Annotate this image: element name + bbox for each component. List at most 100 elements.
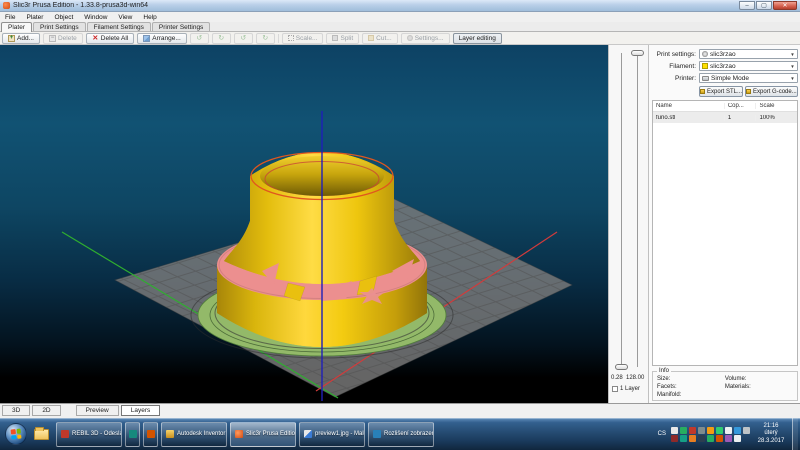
tab-printer-settings[interactable]: Printer Settings xyxy=(152,22,210,31)
taskbar-button-teal-app[interactable] xyxy=(125,422,140,447)
menu-plater[interactable]: Plater xyxy=(26,14,43,21)
orange-app-icon xyxy=(147,430,155,438)
print-settings-label: Print settings: xyxy=(652,51,699,58)
tray-icon-white[interactable] xyxy=(725,427,732,434)
3d-viewport[interactable] xyxy=(0,45,608,403)
table-row[interactable]: funo.stl 1 100% xyxy=(653,112,797,123)
start-button[interactable] xyxy=(5,423,27,445)
one-layer-checkbox[interactable] xyxy=(612,386,618,392)
split-icon xyxy=(332,35,338,41)
tray-icon-teal[interactable] xyxy=(680,435,687,442)
print-settings-select[interactable]: slic3rzao ▼ xyxy=(699,49,798,59)
view-tab-preview[interactable]: Preview xyxy=(76,405,119,416)
tray-icon-purple[interactable] xyxy=(725,435,732,442)
language-indicator[interactable]: CS xyxy=(658,431,666,437)
layer-editing-button[interactable]: Layer editing xyxy=(453,33,502,44)
tray-icon-orange3[interactable] xyxy=(716,435,723,442)
info-volume-label: Volume: xyxy=(725,376,793,382)
menu-help[interactable]: Help xyxy=(143,14,156,21)
split-button[interactable]: Split xyxy=(326,33,359,44)
tray-icon-red[interactable] xyxy=(689,427,696,434)
layer-slider-panel: 0.28 128.00 1 Layer xyxy=(608,45,648,403)
rotate-cw-45-icon: ↻ xyxy=(262,35,269,42)
menu-window[interactable]: Window xyxy=(84,14,107,21)
scale-button[interactable]: Scale... xyxy=(282,33,324,44)
tab-filament-settings[interactable]: Filament Settings xyxy=(87,22,151,31)
taskbar-button-inventor[interactable]: Autodesk Inventor Pr... xyxy=(161,422,227,447)
clock-time: 21:16 xyxy=(754,423,788,430)
export-gcode-icon xyxy=(746,89,751,94)
delete-button[interactable]: − Delete xyxy=(43,33,83,44)
printer-select[interactable]: Simple Mode ▼ xyxy=(699,73,798,83)
settings-button[interactable]: Settings... xyxy=(401,33,450,44)
app-icon xyxy=(3,2,10,9)
tray-icon-green3[interactable] xyxy=(707,435,714,442)
rotate-cw-button[interactable]: ↻ xyxy=(212,33,231,44)
display-app-icon xyxy=(373,430,381,438)
tray-icon-avg[interactable] xyxy=(671,435,678,442)
rotate-ccw-45-button[interactable]: ↺ xyxy=(234,33,253,44)
show-desktop-button[interactable] xyxy=(792,418,798,450)
title-bar: Slic3r Prusa Edition - 1.33.8-prusa3d-wi… xyxy=(0,0,800,12)
hidden-icons-arrow[interactable] xyxy=(671,427,678,434)
layer-slider-handle-low[interactable] xyxy=(615,364,628,370)
filament-select[interactable]: slic3rzao ▼ xyxy=(699,61,798,71)
layer-slider-track-low[interactable] xyxy=(621,53,622,367)
tray-icon-orange[interactable] xyxy=(707,427,714,434)
tray-icon-dark[interactable] xyxy=(698,435,705,442)
inventor-app-icon xyxy=(166,430,174,438)
info-manifold-label: Manifold: xyxy=(657,392,725,398)
filament-label: Filament: xyxy=(652,63,699,70)
menu-object[interactable]: Object xyxy=(54,14,73,21)
taskbar-clock[interactable]: 21:16 úterý 28.3.2017 xyxy=(754,423,788,445)
layer-slider-handle-high[interactable] xyxy=(631,50,644,56)
menu-file[interactable]: File xyxy=(5,14,15,21)
taskbar-button-orange-app[interactable] xyxy=(143,422,158,447)
tray-icon-green2[interactable] xyxy=(716,427,723,434)
rotate-ccw-button[interactable]: ↺ xyxy=(190,33,209,44)
chevron-down-icon: ▼ xyxy=(790,52,794,57)
taskbar-button-paint[interactable]: preview1.jpg - Malov... xyxy=(299,422,365,447)
settings-tab-bar: Plater Print Settings Filament Settings … xyxy=(0,22,800,32)
view-tab-3d[interactable]: 3D xyxy=(2,405,30,416)
taskbar-button-rebil[interactable]: REBIL 3D - Odeslat o... xyxy=(56,422,122,447)
taskbar-button-display-settings[interactable]: Rozlišení zobrazení xyxy=(368,422,434,447)
layer-value-low: 0.28 xyxy=(611,375,623,381)
rotate-cw-45-button[interactable]: ↻ xyxy=(256,33,275,44)
right-panel: Print settings: slic3rzao ▼ Filament: sl… xyxy=(648,45,800,403)
info-legend: Info xyxy=(657,368,671,374)
export-stl-button[interactable]: Export STL... xyxy=(699,86,743,97)
tray-icon-orange2[interactable] xyxy=(689,435,696,442)
menu-view[interactable]: View xyxy=(118,14,132,21)
arrange-button[interactable]: Arrange... xyxy=(137,33,187,44)
layer-slider-track-high[interactable] xyxy=(637,53,638,367)
paint-app-icon xyxy=(304,430,312,438)
volume-icon[interactable] xyxy=(743,427,750,434)
close-button[interactable]: ✕ xyxy=(773,1,797,10)
clock-date: 28.3.2017 xyxy=(754,438,788,445)
delete-all-button[interactable]: ✕ Delete All xyxy=(86,33,134,44)
tab-plater[interactable]: Plater xyxy=(1,22,32,32)
3d-scene[interactable] xyxy=(0,45,608,403)
tray-icon-green[interactable] xyxy=(680,427,687,434)
main-area: 0.28 128.00 1 Layer Print settings: slic… xyxy=(0,45,800,403)
view-tab-2d[interactable]: 2D xyxy=(32,405,60,416)
slic3r-app-icon xyxy=(235,430,243,438)
delete-all-icon: ✕ xyxy=(92,35,99,42)
tray-icon-gray[interactable] xyxy=(698,427,705,434)
tray-icon-white2[interactable] xyxy=(734,435,741,442)
maximize-button[interactable]: ▢ xyxy=(756,1,772,10)
chevron-down-icon: ▼ xyxy=(790,64,794,69)
one-layer-label: 1 Layer xyxy=(620,386,640,392)
taskbar-button-slic3r[interactable]: Slic3r Prusa Edition - ... xyxy=(230,422,296,447)
explorer-icon[interactable] xyxy=(34,429,49,440)
cut-button[interactable]: Cut... xyxy=(362,33,398,44)
export-gcode-button[interactable]: Export G-code... xyxy=(745,86,798,97)
network-icon[interactable] xyxy=(734,427,741,434)
rotate-cw-icon: ↻ xyxy=(218,35,225,42)
info-materials-label: Materials: xyxy=(725,384,793,390)
tab-print-settings[interactable]: Print Settings xyxy=(33,22,86,31)
minimize-button[interactable]: – xyxy=(739,1,755,10)
add-button[interactable]: + Add... xyxy=(2,33,40,44)
view-tab-layers[interactable]: Layers xyxy=(121,405,161,416)
